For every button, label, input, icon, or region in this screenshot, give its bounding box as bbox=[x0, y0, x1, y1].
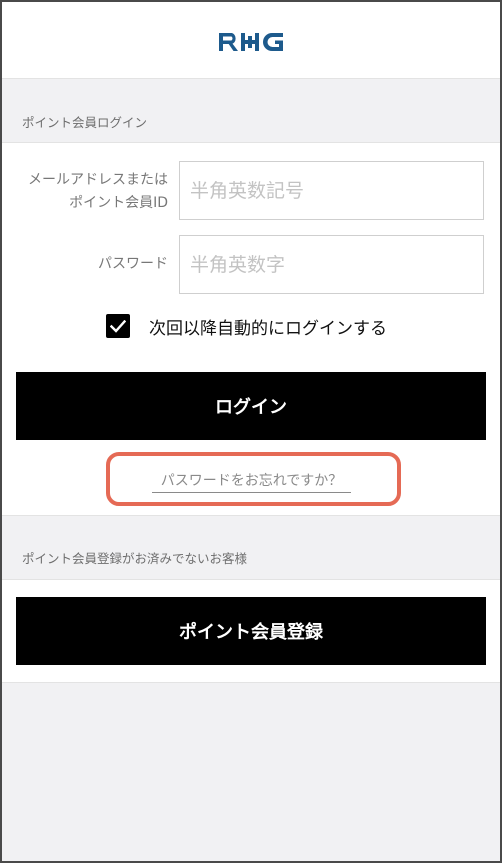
email-label-line1: メールアドレスまたは bbox=[28, 172, 168, 188]
login-form: メールアドレスまたは ポイント会員ID パスワード 次回以降自動的にログインする… bbox=[2, 142, 500, 516]
register-button[interactable]: ポイント会員登録 bbox=[16, 597, 486, 665]
login-section-title: ポイント会員ログイン bbox=[22, 115, 148, 130]
register-section: ポイント会員登録 bbox=[2, 579, 500, 683]
checkbox-checked[interactable] bbox=[106, 314, 130, 338]
rhg-logo[interactable] bbox=[219, 31, 285, 53]
email-field[interactable] bbox=[179, 161, 484, 220]
email-label-line2: ポイント会員ID bbox=[69, 195, 168, 211]
header bbox=[2, 2, 500, 79]
forgot-password-link[interactable]: パスワードをお忘れですか？ bbox=[152, 470, 351, 493]
phone-frame: ポイント会員ログイン メールアドレスまたは ポイント会員ID パスワード 次回以… bbox=[0, 0, 502, 863]
remember-me-checkbox[interactable]: 次回以降自動的にログインする bbox=[106, 313, 387, 339]
checkmark-icon bbox=[110, 319, 126, 333]
login-button[interactable]: ログイン bbox=[16, 372, 486, 440]
register-section-title: ポイント会員登録がお済みでないお客様 bbox=[22, 551, 248, 566]
password-label: パスワード bbox=[98, 256, 168, 272]
email-label: メールアドレスまたは ポイント会員ID bbox=[28, 169, 168, 215]
password-field[interactable] bbox=[179, 235, 484, 294]
remember-me-label: 次回以降自動的にログインする bbox=[149, 318, 387, 339]
